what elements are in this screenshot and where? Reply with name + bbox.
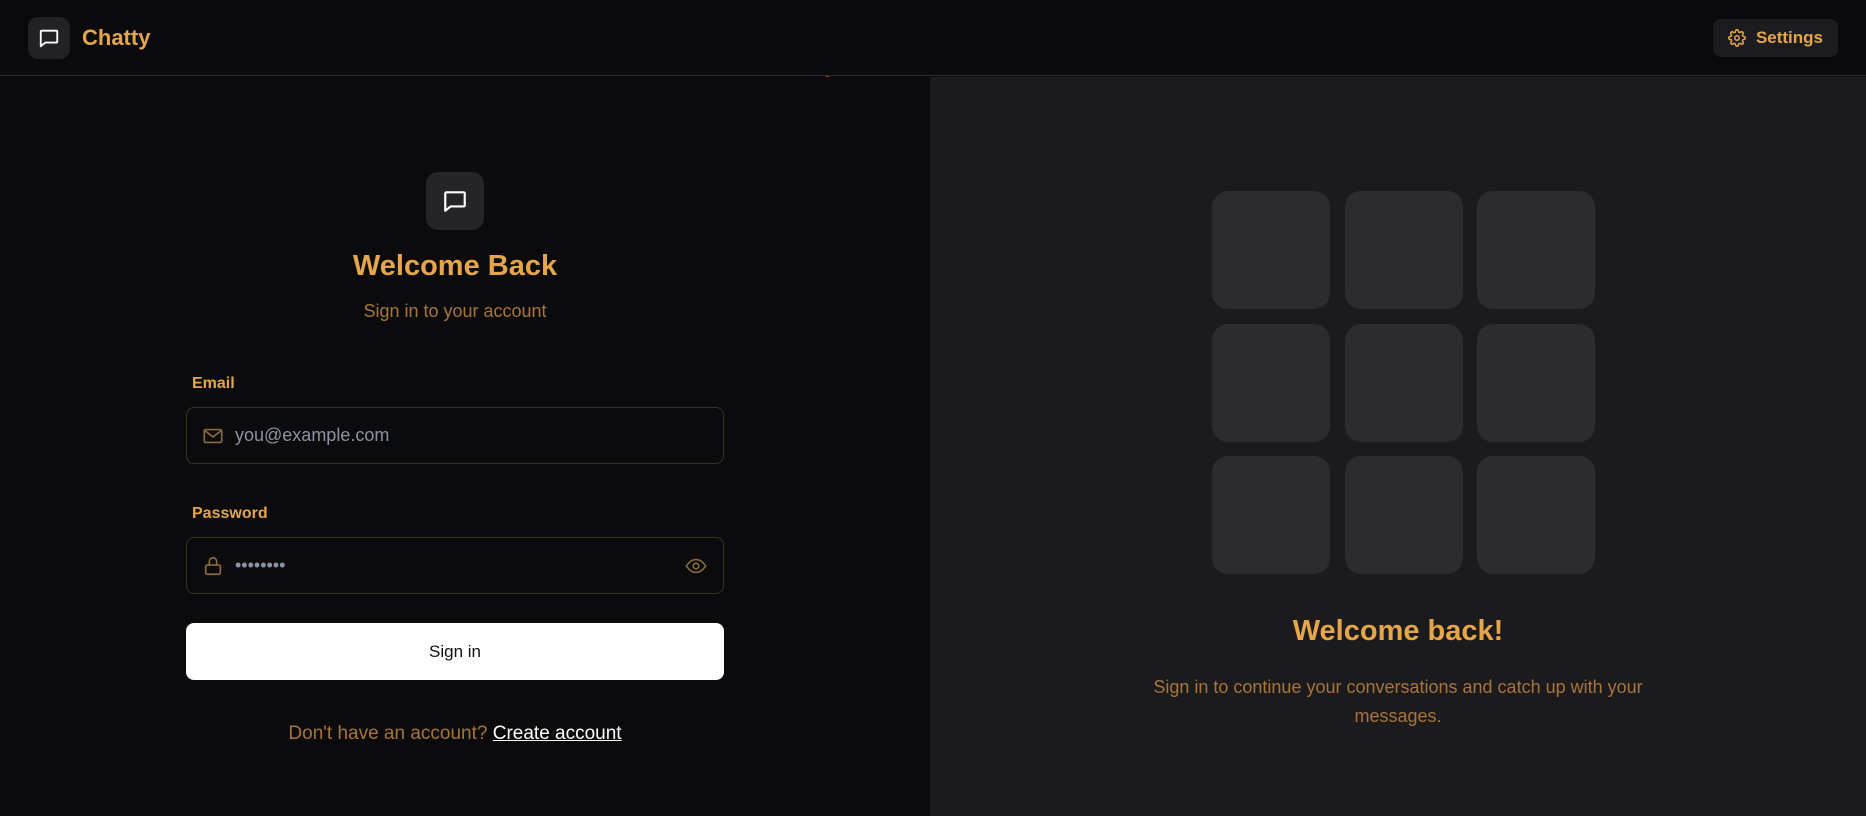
signup-prompt: Don't have an account?	[288, 723, 488, 744]
pattern-tile	[1345, 324, 1463, 442]
password-field-wrapper	[186, 537, 724, 594]
brand-name: Chatty	[82, 24, 151, 50]
top-bar: Chatty Settings	[0, 0, 1866, 76]
welcome-description: Sign in to continue your conversations a…	[1153, 677, 1643, 726]
eye-icon[interactable]	[683, 553, 709, 579]
pattern-tile	[1477, 456, 1595, 574]
welcome-panel: Welcome back! Sign in to continue your c…	[930, 77, 1866, 816]
signup-line: Don't have an account? Create account	[0, 723, 910, 745]
lock-icon	[201, 554, 225, 578]
page-subtitle: Sign in to your account	[363, 301, 547, 321]
settings-button[interactable]: Settings	[1712, 18, 1838, 57]
brand[interactable]: Chatty	[28, 16, 151, 59]
gear-icon	[1728, 28, 1746, 47]
pattern-tile	[1477, 191, 1595, 309]
mail-icon	[201, 424, 225, 448]
settings-label: Settings	[1755, 27, 1823, 47]
chat-bubble-icon	[426, 172, 484, 230]
pattern-tile	[1345, 191, 1463, 309]
pattern-tile	[1345, 456, 1463, 574]
password-label: Password	[192, 505, 268, 522]
password-field[interactable]	[235, 555, 683, 576]
email-label: Email	[192, 375, 235, 392]
login-panel: Welcome Back Sign in to your account Ema…	[0, 77, 930, 816]
welcome-title: Welcome back!	[1292, 615, 1504, 647]
pattern-tile	[1212, 456, 1330, 574]
email-field-wrapper	[186, 407, 724, 464]
pattern-tile	[1212, 191, 1330, 309]
pattern-tile	[1212, 324, 1330, 442]
chat-bubble-icon	[28, 16, 70, 59]
page-title: Welcome Back	[352, 250, 558, 282]
create-account-link[interactable]: Create account	[493, 723, 622, 744]
sign-in-button[interactable]: Sign in	[186, 623, 724, 680]
email-field[interactable]	[235, 425, 709, 446]
pattern-tile	[1477, 324, 1595, 442]
